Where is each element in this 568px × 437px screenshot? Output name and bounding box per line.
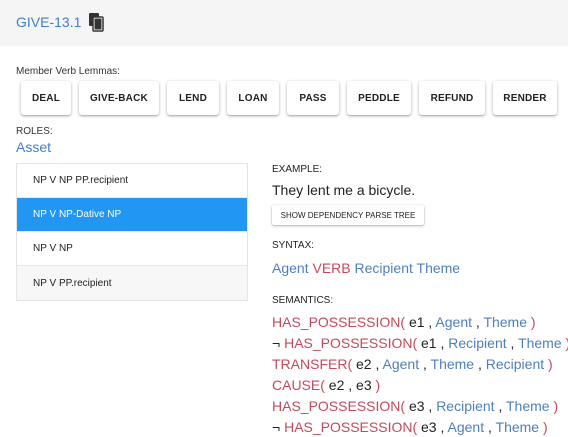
semantics-line: HAS_POSSESSION( e1 , Agent , Theme ) [272, 314, 536, 330]
lemma-button-render[interactable]: RENDER [493, 81, 557, 115]
role-arg[interactable]: Theme [496, 419, 540, 435]
lemma-button-refund[interactable]: REFUND [419, 81, 485, 115]
roles-label: ROLES: [16, 126, 53, 137]
predicate-close: ) [553, 398, 559, 414]
event-arg: e2 [356, 356, 372, 372]
semantics-line: TRANSFER( e2 , Agent , Theme , Recipient… [272, 356, 553, 372]
semantics-line: HAS_POSSESSION( e3 , Recipient , Theme ) [272, 398, 559, 414]
syntax-token-recipient[interactable]: Recipient [355, 260, 413, 276]
predicate-name: HAS_POSSESSION( [272, 398, 406, 414]
role-arg[interactable]: Agent [435, 314, 472, 330]
event-arg: e3 [408, 398, 425, 414]
predicate-close: ) [530, 314, 536, 330]
role-arg[interactable]: Recipient [436, 398, 494, 414]
example-sentence: They lent me a bicycle. [272, 182, 416, 198]
syntax-token-theme[interactable]: Theme [417, 260, 461, 276]
syntax-label: SYNTAX: [272, 240, 315, 251]
event-arg: e1 [408, 314, 425, 330]
lemma-button-deal[interactable]: DEAL [21, 81, 71, 115]
semantics-line: ¬ HAS_POSSESSION( e3 , Agent , Theme ) [272, 419, 548, 435]
frames-list: NP V NP PP.recipient NP V NP-Dative NP N… [16, 163, 248, 301]
syntax-token-verb: VERB [312, 260, 351, 276]
role-arg[interactable]: Theme [431, 356, 475, 372]
role-arg[interactable]: Theme [483, 314, 527, 330]
frame-item[interactable]: NP V NP PP.recipient [17, 164, 247, 198]
lemma-button-pass[interactable]: PASS [287, 81, 339, 115]
role-arg[interactable]: Theme [506, 398, 550, 414]
semantics-label: SEMANTICS: [272, 295, 334, 306]
role-asset-link[interactable]: Asset [16, 139, 51, 155]
frame-item[interactable]: NP V PP.recipient [17, 266, 247, 300]
frame-item-selected[interactable]: NP V NP-Dative NP [17, 198, 247, 232]
semantics-line: CAUSE( e2 , e3 ) [272, 377, 381, 393]
member-lemmas-label: Member Verb Lemmas: [16, 66, 120, 77]
role-arg[interactable]: Agent [383, 356, 420, 372]
lemma-button-lend[interactable]: LEND [167, 81, 219, 115]
event-arg: e1 [421, 335, 437, 351]
role-arg[interactable]: Theme [518, 335, 562, 351]
predicate-close: ) [542, 419, 548, 435]
frame-item[interactable]: NP V NP [17, 232, 247, 266]
negation-symbol: ¬ [272, 335, 281, 351]
predicate-close: ) [375, 377, 381, 393]
event-arg: e3 [356, 377, 372, 393]
role-arg[interactable]: Recipient [486, 356, 544, 372]
predicate-name: TRANSFER( [272, 356, 353, 372]
syntax-token-agent[interactable]: Agent [272, 260, 309, 276]
role-arg[interactable]: Agent [448, 419, 485, 435]
predicate-name: HAS_POSSESSION( [272, 314, 406, 330]
show-dependency-parse-tree-button[interactable]: SHOW DEPENDENCY PARSE TREE [272, 205, 424, 225]
negation-symbol: ¬ [272, 419, 281, 435]
event-arg: e3 [421, 419, 437, 435]
event-arg: e2 [328, 377, 345, 393]
copy-icon[interactable] [88, 12, 104, 32]
syntax-line: Agent VERB Recipient Theme [272, 260, 460, 276]
lemma-button-loan[interactable]: LOAN [227, 81, 279, 115]
predicate-name: HAS_POSSESSION( [284, 419, 418, 435]
role-arg[interactable]: Recipient [448, 335, 506, 351]
example-label: EXAMPLE: [272, 164, 323, 175]
predicate-name: CAUSE( [272, 377, 325, 393]
lemma-button-peddle[interactable]: PEDDLE [347, 81, 411, 115]
semantics-line: ¬ HAS_POSSESSION( e1 , Recipient , Theme… [272, 335, 568, 351]
predicate-name: HAS_POSSESSION( [284, 335, 418, 351]
class-id-link[interactable]: GIVE-13.1 [16, 14, 81, 30]
lemma-button-give-back[interactable]: GIVE-BACK [79, 81, 159, 115]
top-bar: GIVE-13.1 [0, 0, 568, 46]
predicate-close: ) [548, 356, 553, 372]
